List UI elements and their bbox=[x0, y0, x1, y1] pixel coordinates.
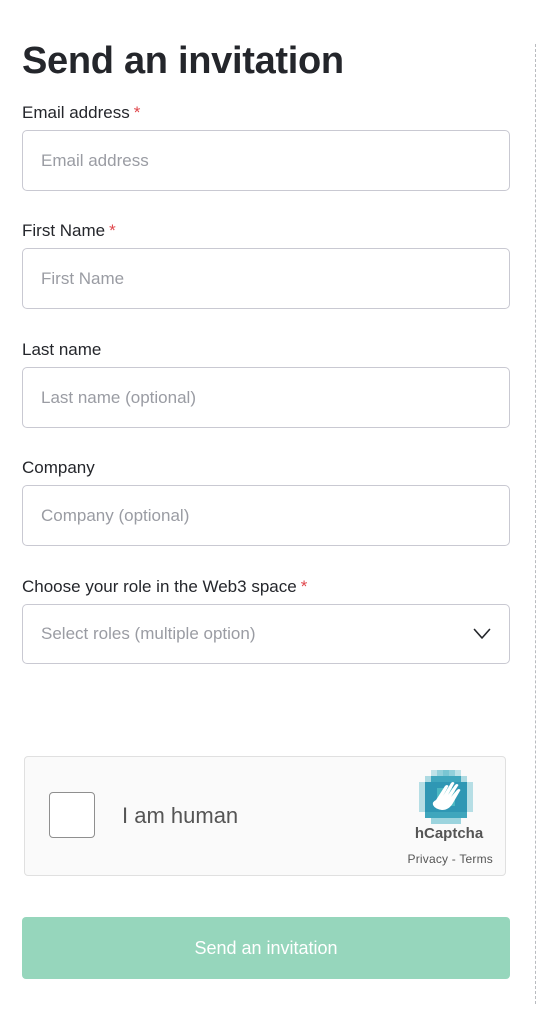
send-invitation-button[interactable]: Send an invitation bbox=[22, 917, 510, 979]
role-select-placeholder: Select roles (multiple option) bbox=[41, 624, 256, 643]
page-title: Send an invitation bbox=[22, 40, 344, 82]
captcha-label: I am human bbox=[122, 803, 239, 828]
chevron-down-icon bbox=[473, 628, 491, 639]
company-input[interactable] bbox=[22, 485, 510, 546]
required-marker: * bbox=[133, 103, 141, 122]
links-separator: - bbox=[448, 852, 460, 866]
last-name-label: Last name bbox=[22, 339, 101, 361]
terms-link[interactable]: Terms bbox=[459, 852, 493, 866]
first-name-label-text: First Name bbox=[22, 221, 106, 240]
email-label: Email address * bbox=[22, 102, 140, 124]
first-name-input[interactable] bbox=[22, 248, 510, 309]
company-label-text: Company bbox=[22, 458, 95, 477]
company-label: Company bbox=[22, 457, 95, 479]
last-name-input[interactable] bbox=[22, 367, 510, 428]
email-label-text: Email address bbox=[22, 103, 130, 122]
role-label-text: Choose your role in the Web3 space bbox=[22, 577, 297, 596]
required-marker: * bbox=[109, 221, 116, 240]
email-input[interactable] bbox=[22, 130, 510, 191]
hcaptcha-brand: hCaptcha bbox=[414, 825, 484, 842]
required-marker: * bbox=[300, 577, 308, 596]
captcha-checkbox[interactable] bbox=[49, 792, 95, 838]
hcaptcha-widget: I am human hCaptcha Privacy - Terms bbox=[24, 756, 506, 876]
role-label: Choose your role in the Web3 space * bbox=[22, 576, 307, 598]
hcaptcha-links: Privacy - Terms bbox=[389, 851, 493, 867]
last-name-label-text: Last name bbox=[22, 340, 102, 359]
first-name-label: First Name * bbox=[22, 220, 116, 242]
hcaptcha-hand-icon bbox=[419, 770, 473, 824]
role-select[interactable]: Select roles (multiple option) bbox=[22, 604, 510, 664]
invitation-page: Send an invitation Email address* First … bbox=[0, 0, 538, 1010]
dashed-divider bbox=[535, 44, 536, 1004]
privacy-link[interactable]: Privacy bbox=[408, 852, 449, 866]
